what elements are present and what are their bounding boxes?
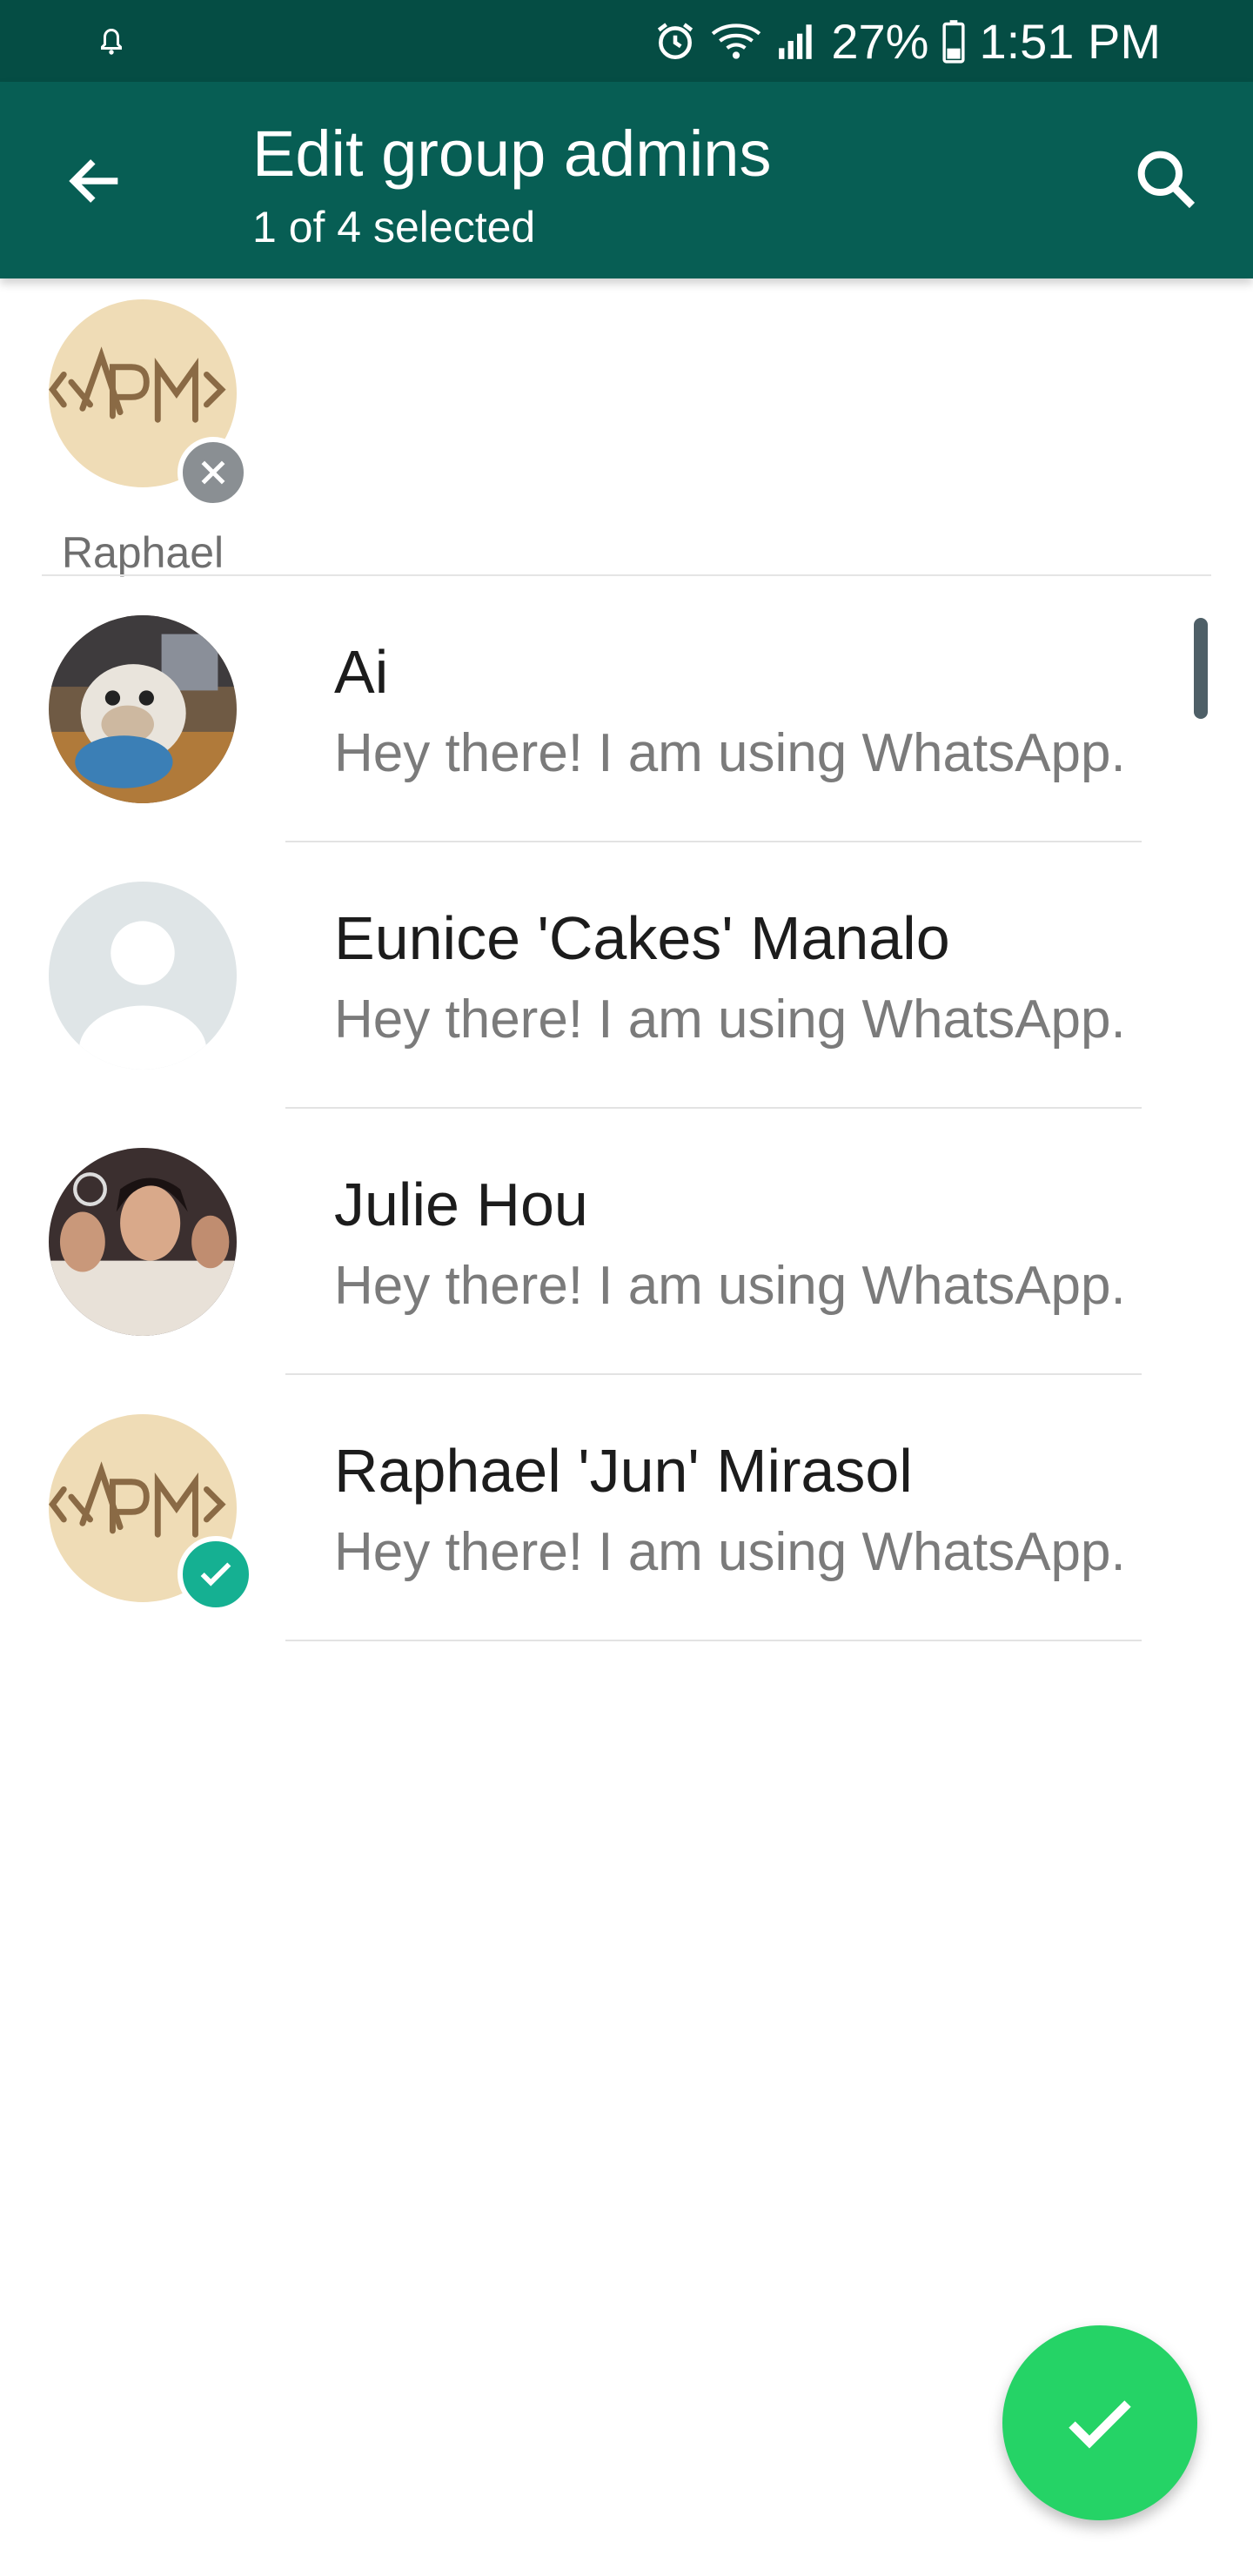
people-photo-avatar	[49, 1148, 237, 1336]
contact-status: Hey there! I am using WhatsApp.	[334, 989, 1126, 1050]
confirm-fab-button[interactable]	[1002, 2325, 1197, 2520]
selected-contacts-strip: Raphael	[0, 278, 1253, 577]
arrow-back-icon[interactable]	[63, 148, 129, 214]
contact-name: Ai	[334, 638, 389, 706]
check-icon	[1069, 2400, 1131, 2449]
contact-status: Hey there! I am using WhatsApp.	[334, 723, 1126, 783]
selected-check-badge	[178, 1536, 254, 1613]
app-bar: Edit group admins 1 of 4 selected	[0, 82, 1253, 278]
status-indicators: 27% 1:51 PM	[653, 0, 1161, 82]
wifi-icon	[712, 23, 761, 59]
list-item[interactable]: Ai Hey there! I am using WhatsApp.	[0, 576, 1253, 842]
alarm-icon	[658, 23, 694, 60]
contact-name: Raphael 'Jun' Mirasol	[334, 1437, 913, 1505]
list-item[interactable]: Julie Hou Hey there! I am using WhatsApp…	[0, 1109, 1253, 1375]
battery-percent: 27%	[831, 13, 929, 69]
contact-name: Julie Hou	[334, 1171, 588, 1238]
signal-icon	[779, 24, 813, 59]
selection-count: 1 of 4 selected	[252, 203, 536, 252]
page-title: Edit group admins	[252, 117, 772, 190]
contact-status: Hey there! I am using WhatsApp.	[334, 1522, 1126, 1582]
status-bar: 27% 1:51 PM	[0, 0, 1253, 82]
selected-contact-chip[interactable]: Raphael	[49, 299, 249, 577]
scrollbar-thumb[interactable]	[1194, 618, 1208, 719]
default-avatar-icon	[49, 882, 237, 1070]
contact-name: Eunice 'Cakes' Manalo	[334, 904, 950, 972]
remove-selection-button[interactable]	[178, 437, 249, 508]
close-icon	[201, 460, 225, 485]
divider	[285, 1640, 1142, 1641]
notification-bell-icon	[101, 28, 122, 55]
selected-contact-name: Raphael	[61, 528, 224, 577]
contact-status: Hey there! I am using WhatsApp.	[334, 1256, 1126, 1316]
list-item[interactable]: Raphael 'Jun' Mirasol Hey there! I am us…	[0, 1375, 1253, 1641]
contacts-list: Ai Hey there! I am using WhatsApp. Eunic…	[0, 576, 1253, 1641]
clock: 1:51 PM	[979, 13, 1161, 69]
bulldog-photo-avatar	[49, 615, 237, 803]
list-item[interactable]: Eunice 'Cakes' Manalo Hey there! I am us…	[0, 842, 1253, 1109]
battery-icon	[942, 20, 966, 64]
search-icon[interactable]	[1131, 144, 1201, 214]
check-icon	[200, 1562, 231, 1587]
